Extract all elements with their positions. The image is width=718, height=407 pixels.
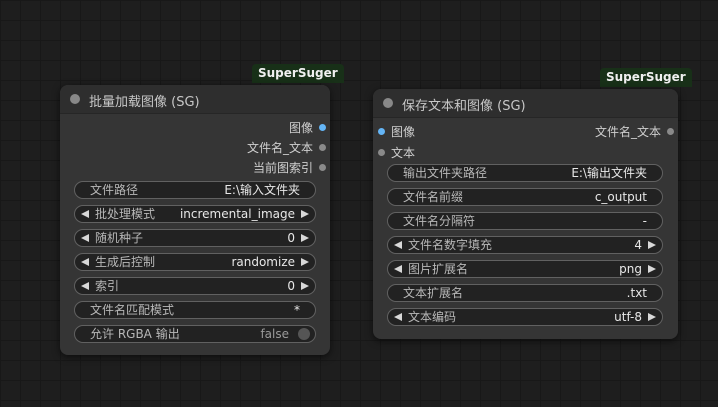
text-encoding-combo[interactable]: 文本编码 utf-8 (387, 308, 663, 326)
arrow-left-icon[interactable] (81, 282, 89, 290)
arrow-right-icon[interactable] (301, 234, 309, 242)
widget-label: 生成后控制 (95, 255, 156, 269)
text-extension-field[interactable]: 文本扩展名 .txt (387, 284, 663, 302)
filename-prefix-field[interactable]: 文件名前缀 c_output (387, 188, 663, 206)
collapse-dot-icon[interactable] (70, 94, 80, 104)
slot-dot-icon[interactable] (319, 144, 326, 151)
filename-pattern-field[interactable]: 文件名匹配模式 * (74, 301, 316, 319)
widget-value: incremental_image (179, 207, 295, 221)
widget-value: * (294, 303, 300, 317)
filename-separator-field[interactable]: 文件名分隔符 - (387, 212, 663, 230)
slot-label: 图像 (288, 121, 313, 135)
widget-value: E:\输出文件夹 (571, 166, 647, 180)
input-slot-text[interactable]: 文本 (378, 144, 415, 162)
batch-load-images-node[interactable]: 批量加载图像 (SG) 图像 文件名_文本 当前图索引 文件路径 E:\输入文件… (60, 85, 330, 355)
output-slot-filename-text[interactable]: 文件名_文本 (247, 139, 326, 157)
arrow-right-icon[interactable] (648, 241, 656, 249)
file-path-field[interactable]: 文件路径 E:\输入文件夹 (74, 181, 316, 199)
index-stepper[interactable]: 索引 0 (74, 277, 316, 295)
arrow-right-icon[interactable] (301, 210, 309, 218)
save-text-and-image-node[interactable]: 保存文本和图像 (SG) 图像 文本 文件名_文本 输出文件夹路径 E:\输出文… (373, 89, 678, 339)
arrow-left-icon[interactable] (81, 210, 89, 218)
slot-label: 当前图索引 (252, 161, 313, 175)
collapse-dot-icon[interactable] (383, 98, 393, 108)
input-slot-image[interactable]: 图像 (378, 123, 415, 141)
slot-dot-icon[interactable] (378, 128, 385, 135)
widget-label: 图片扩展名 (408, 262, 469, 276)
widget-value: .txt (626, 286, 647, 300)
widget-value: c_output (594, 190, 647, 204)
arrow-right-icon[interactable] (301, 258, 309, 266)
arrow-right-icon[interactable] (648, 313, 656, 321)
widget-label: 文件名分隔符 (403, 214, 476, 228)
node-header[interactable]: 批量加载图像 (SG) (60, 85, 330, 114)
output-slot-current-index[interactable]: 当前图索引 (253, 159, 326, 177)
widget-value: false (260, 327, 289, 341)
arrow-left-icon[interactable] (394, 313, 402, 321)
widget-value: E:\输入文件夹 (224, 183, 300, 197)
widget-label: 批处理模式 (95, 207, 156, 221)
widget-value: 4 (634, 238, 642, 252)
widget-value: 0 (287, 231, 295, 245)
slot-dot-icon[interactable] (319, 124, 326, 131)
node-title: 批量加载图像 (SG) (89, 95, 200, 110)
widget-label: 随机种子 (95, 231, 144, 245)
arrow-right-icon[interactable] (301, 282, 309, 290)
arrow-left-icon[interactable] (394, 265, 402, 273)
node-badge: SuperSuger (600, 68, 692, 87)
widget-label: 索引 (95, 279, 120, 293)
widget-value: - (642, 214, 647, 228)
seed-stepper[interactable]: 随机种子 0 (74, 229, 316, 247)
widget-label: 输出文件夹路径 (403, 166, 488, 180)
slot-label: 文件名_文本 (246, 141, 313, 155)
slot-dot-icon[interactable] (667, 128, 674, 135)
widget-label: 文本编码 (408, 310, 457, 324)
widget-value: png (619, 262, 642, 276)
widget-label: 文件名数字填充 (408, 238, 493, 252)
widget-label: 文本扩展名 (403, 286, 464, 300)
arrow-left-icon[interactable] (81, 234, 89, 242)
output-folder-path-field[interactable]: 输出文件夹路径 E:\输出文件夹 (387, 164, 663, 182)
slot-label: 图像 (391, 125, 416, 139)
arrow-left-icon[interactable] (81, 258, 89, 266)
output-slot-filename-text[interactable]: 文件名_文本 (595, 123, 674, 141)
widget-value: 0 (287, 279, 295, 293)
widget-value: utf-8 (614, 310, 642, 324)
after-generate-control-combo[interactable]: 生成后控制 randomize (74, 253, 316, 271)
arrow-right-icon[interactable] (648, 265, 656, 273)
slot-label: 文本 (391, 146, 416, 160)
widget-label: 允许 RGBA 输出 (90, 327, 180, 341)
slot-dot-icon[interactable] (319, 164, 326, 171)
image-extension-combo[interactable]: 图片扩展名 png (387, 260, 663, 278)
node-header[interactable]: 保存文本和图像 (SG) (373, 89, 678, 118)
toggle-knob-icon[interactable] (298, 328, 310, 340)
widget-label: 文件名匹配模式 (90, 303, 175, 317)
slot-dot-icon[interactable] (378, 149, 385, 156)
widget-label: 文件路径 (90, 183, 139, 197)
filename-padding-stepper[interactable]: 文件名数字填充 4 (387, 236, 663, 254)
batch-mode-combo[interactable]: 批处理模式 incremental_image (74, 205, 316, 223)
node-title: 保存文本和图像 (SG) (402, 99, 526, 114)
widget-value: randomize (231, 255, 295, 269)
node-badge: SuperSuger (252, 64, 344, 83)
arrow-left-icon[interactable] (394, 241, 402, 249)
output-slot-image[interactable]: 图像 (289, 119, 326, 137)
slot-label: 文件名_文本 (594, 125, 661, 139)
widget-label: 文件名前缀 (403, 190, 464, 204)
allow-rgba-toggle[interactable]: 允许 RGBA 输出 false (74, 325, 316, 343)
